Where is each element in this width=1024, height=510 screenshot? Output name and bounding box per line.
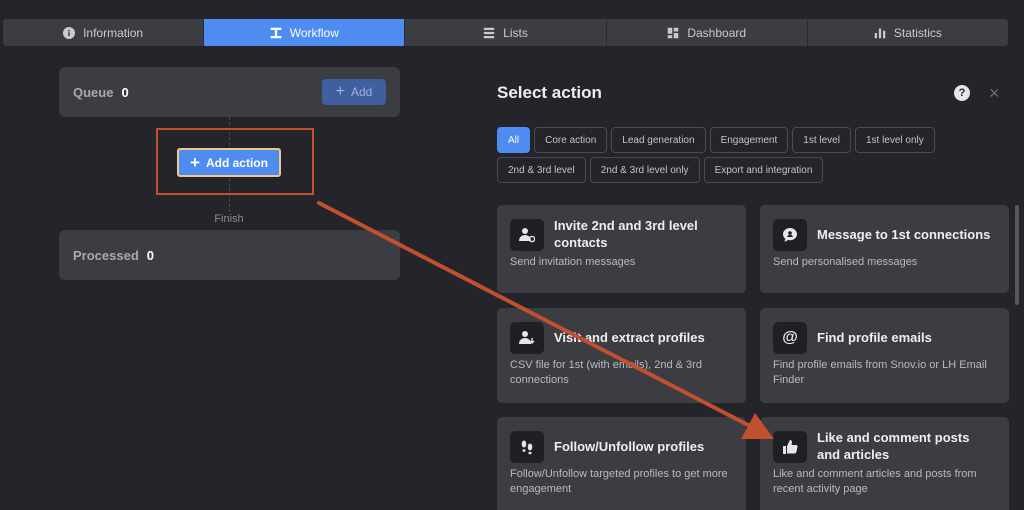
add-action-label: Add action [205, 155, 268, 170]
add-action-button[interactable]: + Add action [177, 148, 281, 177]
filter-chip-all[interactable]: All [497, 127, 531, 153]
tab-dashboard[interactable]: Dashboard [607, 19, 808, 46]
footprints-icon [510, 431, 544, 463]
invite-user-icon [510, 219, 544, 251]
action-desc: Follow/Unfollow targeted profiles to get… [510, 468, 728, 495]
close-icon[interactable]: × [989, 84, 1003, 102]
thumbs-up-icon [773, 431, 807, 463]
action-desc: Send personalised messages [773, 256, 918, 268]
queue-card: Queue 0 + Add [59, 67, 400, 117]
info-icon [63, 26, 76, 39]
at-sign-icon: @ [773, 322, 807, 354]
extract-profile-icon [510, 322, 544, 354]
message-icon [773, 219, 807, 251]
filter-chip-lead-generation[interactable]: Lead generation [611, 127, 706, 153]
plus-icon: + [335, 83, 345, 100]
chart-icon [874, 28, 886, 38]
action-card-message[interactable]: Message to 1st connections Send personal… [760, 205, 1009, 293]
tab-label: Dashboard [687, 25, 747, 40]
action-card-visit-extract[interactable]: Visit and extract profiles CSV file for … [497, 308, 746, 403]
filter-chips: All Core action Lead generation Engageme… [497, 127, 1017, 183]
filter-chip-core-action[interactable]: Core action [534, 127, 608, 153]
processed-label: Processed [73, 247, 139, 263]
action-title: Like and comment posts and articles [817, 430, 970, 462]
filter-chip-2nd-3rd-level-only[interactable]: 2nd & 3rd level only [589, 157, 700, 183]
tab-workflow[interactable]: Workflow [204, 19, 406, 46]
workflow-icon [270, 27, 281, 38]
tab-statistics[interactable]: Statistics [808, 19, 1008, 46]
queue-add-button[interactable]: + Add [322, 79, 386, 105]
action-title: Message to 1st connections [817, 226, 991, 242]
panel-title: Select action [497, 83, 602, 102]
tab-label: Lists [503, 25, 528, 40]
action-desc: Like and comment articles and posts from… [773, 468, 977, 495]
tab-label: Statistics [893, 25, 942, 40]
processed-card: Processed 0 [59, 230, 400, 280]
queue-add-label: Add [350, 85, 373, 99]
tab-label: Information [83, 25, 144, 40]
filter-chip-1st-level[interactable]: 1st level [792, 127, 851, 153]
action-title: Find profile emails [817, 329, 932, 345]
action-desc: CSV file for 1st (with emails), 2nd & 3r… [510, 359, 702, 386]
panel-scrollbar[interactable] [1015, 205, 1019, 305]
action-title: Follow/Unfollow profiles [554, 438, 705, 454]
filter-chip-engagement[interactable]: Engagement [709, 127, 789, 153]
queue-count: 0 [121, 84, 129, 100]
tab-label: Workflow [289, 25, 339, 40]
list-icon [483, 27, 495, 38]
finish-label: Finish [214, 213, 244, 225]
queue-label: Queue [73, 84, 114, 100]
help-icon[interactable]: ? [954, 85, 970, 101]
dashboard-icon [668, 27, 679, 38]
action-card-follow-unfollow[interactable]: Follow/Unfollow profiles Follow/Unfollow… [497, 417, 746, 510]
action-card-find-emails[interactable]: @ Find profile emails Find profile email… [760, 308, 1009, 403]
filter-chip-2nd-3rd-level[interactable]: 2nd & 3rd level [497, 157, 586, 183]
action-card-invite[interactable]: Invite 2nd and 3rd level contacts Send i… [497, 205, 746, 293]
action-title: Visit and extract profiles [554, 329, 705, 345]
filter-chip-export-integration[interactable]: Export and integration [703, 157, 824, 183]
processed-count: 0 [146, 247, 154, 263]
filter-chip-1st-level-only[interactable]: 1st level only [854, 127, 935, 153]
tab-information[interactable]: Information [3, 19, 205, 46]
action-card-like-comment[interactable]: Like and comment posts and articles Like… [760, 417, 1009, 510]
tab-lists[interactable]: Lists [405, 19, 607, 46]
action-desc: Send invitation messages [510, 256, 636, 268]
action-title: Invite 2nd and 3rd level contacts [554, 218, 698, 250]
plus-icon: + [190, 152, 200, 172]
action-desc: Find profile emails from Snov.io or LH E… [773, 359, 987, 386]
top-tab-bar: Information Workflow Lists Dashboard Sta… [3, 19, 1008, 46]
